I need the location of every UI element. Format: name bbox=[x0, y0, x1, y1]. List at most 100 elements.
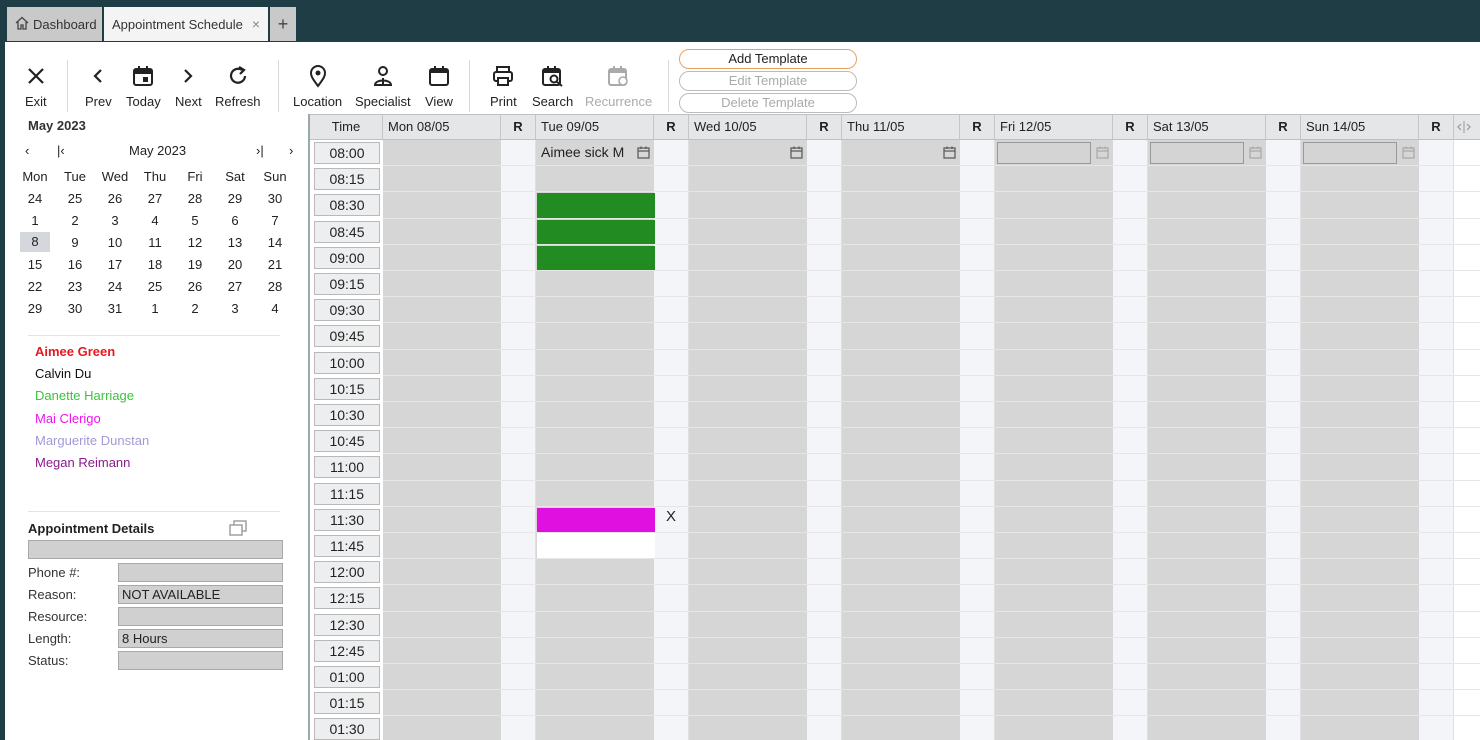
calendar-day[interactable]: 24 bbox=[15, 187, 55, 209]
status-field[interactable] bbox=[118, 651, 283, 670]
resource-field[interactable] bbox=[118, 607, 283, 626]
all-day-event-label[interactable]: Aimee sick M bbox=[541, 144, 629, 160]
resource-column-header[interactable]: R bbox=[501, 115, 536, 139]
calendar-day[interactable]: 29 bbox=[15, 297, 55, 319]
time-slot-label[interactable]: 01:15 bbox=[314, 692, 380, 715]
time-slot-label[interactable]: 11:30 bbox=[314, 508, 380, 531]
calendar-day[interactable]: 2 bbox=[55, 209, 95, 231]
calendar-day[interactable]: 10 bbox=[95, 231, 135, 253]
time-slot-label[interactable]: 09:15 bbox=[314, 273, 380, 295]
calendar-icon[interactable] bbox=[1402, 146, 1415, 162]
day-column[interactable] bbox=[383, 140, 501, 740]
time-slot-label[interactable]: 12:30 bbox=[314, 613, 380, 636]
calendar-day[interactable]: 8 bbox=[15, 231, 55, 253]
calendar-icon[interactable] bbox=[943, 146, 956, 162]
calendar-day[interactable]: 21 bbox=[255, 253, 295, 275]
day-column-header[interactable]: Fri 12/05 bbox=[995, 115, 1113, 139]
column-resize-icon[interactable] bbox=[1456, 119, 1472, 138]
all-day-input[interactable] bbox=[1303, 142, 1397, 164]
resource-column[interactable] bbox=[501, 140, 536, 740]
resource-column[interactable] bbox=[654, 140, 689, 740]
resource-column[interactable] bbox=[960, 140, 995, 740]
calendar-day[interactable]: 3 bbox=[95, 209, 135, 231]
phone-field[interactable] bbox=[118, 563, 283, 582]
appointment-block[interactable] bbox=[537, 193, 655, 218]
resource-column[interactable] bbox=[1113, 140, 1148, 740]
time-slot-label[interactable]: 10:30 bbox=[314, 404, 380, 426]
day-column-header[interactable]: Wed 10/05 bbox=[689, 115, 807, 139]
calendar-day[interactable]: 2 bbox=[175, 297, 215, 319]
day-column-header[interactable]: Thu 11/05 bbox=[842, 115, 960, 139]
specialist-item[interactable]: Megan Reimann bbox=[35, 455, 130, 470]
calendar-day[interactable]: 22 bbox=[15, 275, 55, 297]
refresh-button[interactable]: Refresh bbox=[215, 62, 261, 109]
first-month-button[interactable]: |‹ bbox=[57, 143, 65, 158]
day-column[interactable] bbox=[1301, 140, 1419, 740]
time-slot-label[interactable]: 12:00 bbox=[314, 561, 380, 584]
calendar-day[interactable]: 25 bbox=[135, 275, 175, 297]
time-slot-label[interactable]: 10:45 bbox=[314, 430, 380, 453]
time-slot-label[interactable]: 09:45 bbox=[314, 325, 380, 348]
calendar-day[interactable]: 26 bbox=[175, 275, 215, 297]
time-slot-label[interactable]: 10:15 bbox=[314, 377, 380, 400]
search-button[interactable]: Search bbox=[532, 62, 573, 109]
time-slot-label[interactable]: 01:00 bbox=[314, 666, 380, 688]
specialist-item[interactable]: Danette Harriage bbox=[35, 388, 134, 403]
calendar-day[interactable]: 11 bbox=[135, 231, 175, 253]
calendar-day[interactable]: 13 bbox=[215, 231, 255, 253]
length-field[interactable]: 8 Hours bbox=[118, 629, 283, 648]
calendar-day[interactable]: 28 bbox=[175, 187, 215, 209]
print-button[interactable]: Print bbox=[490, 62, 517, 109]
calendar-day[interactable]: 25 bbox=[55, 187, 95, 209]
all-day-input[interactable] bbox=[997, 142, 1091, 164]
appointment-block[interactable] bbox=[537, 219, 655, 244]
specialist-item[interactable]: Aimee Green bbox=[35, 344, 115, 359]
resource-column-header[interactable]: R bbox=[807, 115, 842, 139]
view-button[interactable]: View bbox=[425, 62, 453, 109]
calendar-icon[interactable] bbox=[790, 146, 803, 162]
time-slot-label[interactable]: 09:30 bbox=[314, 299, 380, 322]
time-slot-label[interactable]: 08:45 bbox=[314, 220, 380, 243]
delete-template-button[interactable]: Delete Template bbox=[679, 93, 857, 113]
day-column-header[interactable]: Tue 09/05 bbox=[536, 115, 654, 139]
time-slot-label[interactable]: 11:45 bbox=[314, 535, 380, 557]
day-column[interactable] bbox=[1148, 140, 1266, 740]
calendar-day[interactable]: 12 bbox=[175, 231, 215, 253]
specialist-item[interactable]: Calvin Du bbox=[35, 366, 91, 381]
calendar-day[interactable]: 19 bbox=[175, 253, 215, 275]
calendar-day[interactable]: 29 bbox=[215, 187, 255, 209]
time-slot-label[interactable]: 11:15 bbox=[314, 482, 380, 505]
calendar-day[interactable]: 20 bbox=[215, 253, 255, 275]
calendar-day[interactable]: 30 bbox=[55, 297, 95, 319]
calendar-day[interactable]: 4 bbox=[255, 297, 295, 319]
calendar-day[interactable]: 16 bbox=[55, 253, 95, 275]
calendar-day[interactable]: 28 bbox=[255, 275, 295, 297]
resource-column[interactable] bbox=[807, 140, 842, 740]
specialist-item[interactable]: Marguerite Dunstan bbox=[35, 433, 149, 448]
specialist-button[interactable]: Specialist bbox=[355, 62, 411, 109]
day-column[interactable] bbox=[842, 140, 960, 740]
location-button[interactable]: Location bbox=[293, 62, 342, 109]
resource-column-header[interactable]: R bbox=[960, 115, 995, 139]
resource-column[interactable] bbox=[1266, 140, 1301, 740]
calendar-day[interactable]: 27 bbox=[135, 187, 175, 209]
close-tab-icon[interactable]: × bbox=[252, 16, 260, 32]
time-slot-label[interactable]: 08:30 bbox=[314, 194, 380, 217]
appointment-block[interactable] bbox=[537, 507, 655, 532]
calendar-day[interactable]: 7 bbox=[255, 209, 295, 231]
calendar-day[interactable]: 27 bbox=[215, 275, 255, 297]
time-slot-label[interactable]: 08:00 bbox=[314, 142, 380, 164]
day-column-header[interactable]: Sat 13/05 bbox=[1148, 115, 1266, 139]
prev-button[interactable]: Prev bbox=[85, 62, 112, 109]
calendar-day[interactable]: 15 bbox=[15, 253, 55, 275]
time-slot-label[interactable]: 09:00 bbox=[314, 246, 380, 269]
resource-column-header[interactable]: R bbox=[1266, 115, 1301, 139]
calendar-icon[interactable] bbox=[1249, 146, 1262, 162]
tab-dashboard[interactable]: Dashboard bbox=[7, 7, 102, 41]
time-slot-label[interactable]: 11:00 bbox=[314, 456, 380, 479]
last-month-button[interactable]: ›| bbox=[256, 143, 264, 158]
resource-column[interactable] bbox=[1419, 140, 1454, 740]
prev-month-button[interactable]: ‹ bbox=[25, 143, 29, 158]
appointment-name-field[interactable] bbox=[28, 540, 283, 559]
time-slot-label[interactable]: 12:15 bbox=[314, 587, 380, 610]
